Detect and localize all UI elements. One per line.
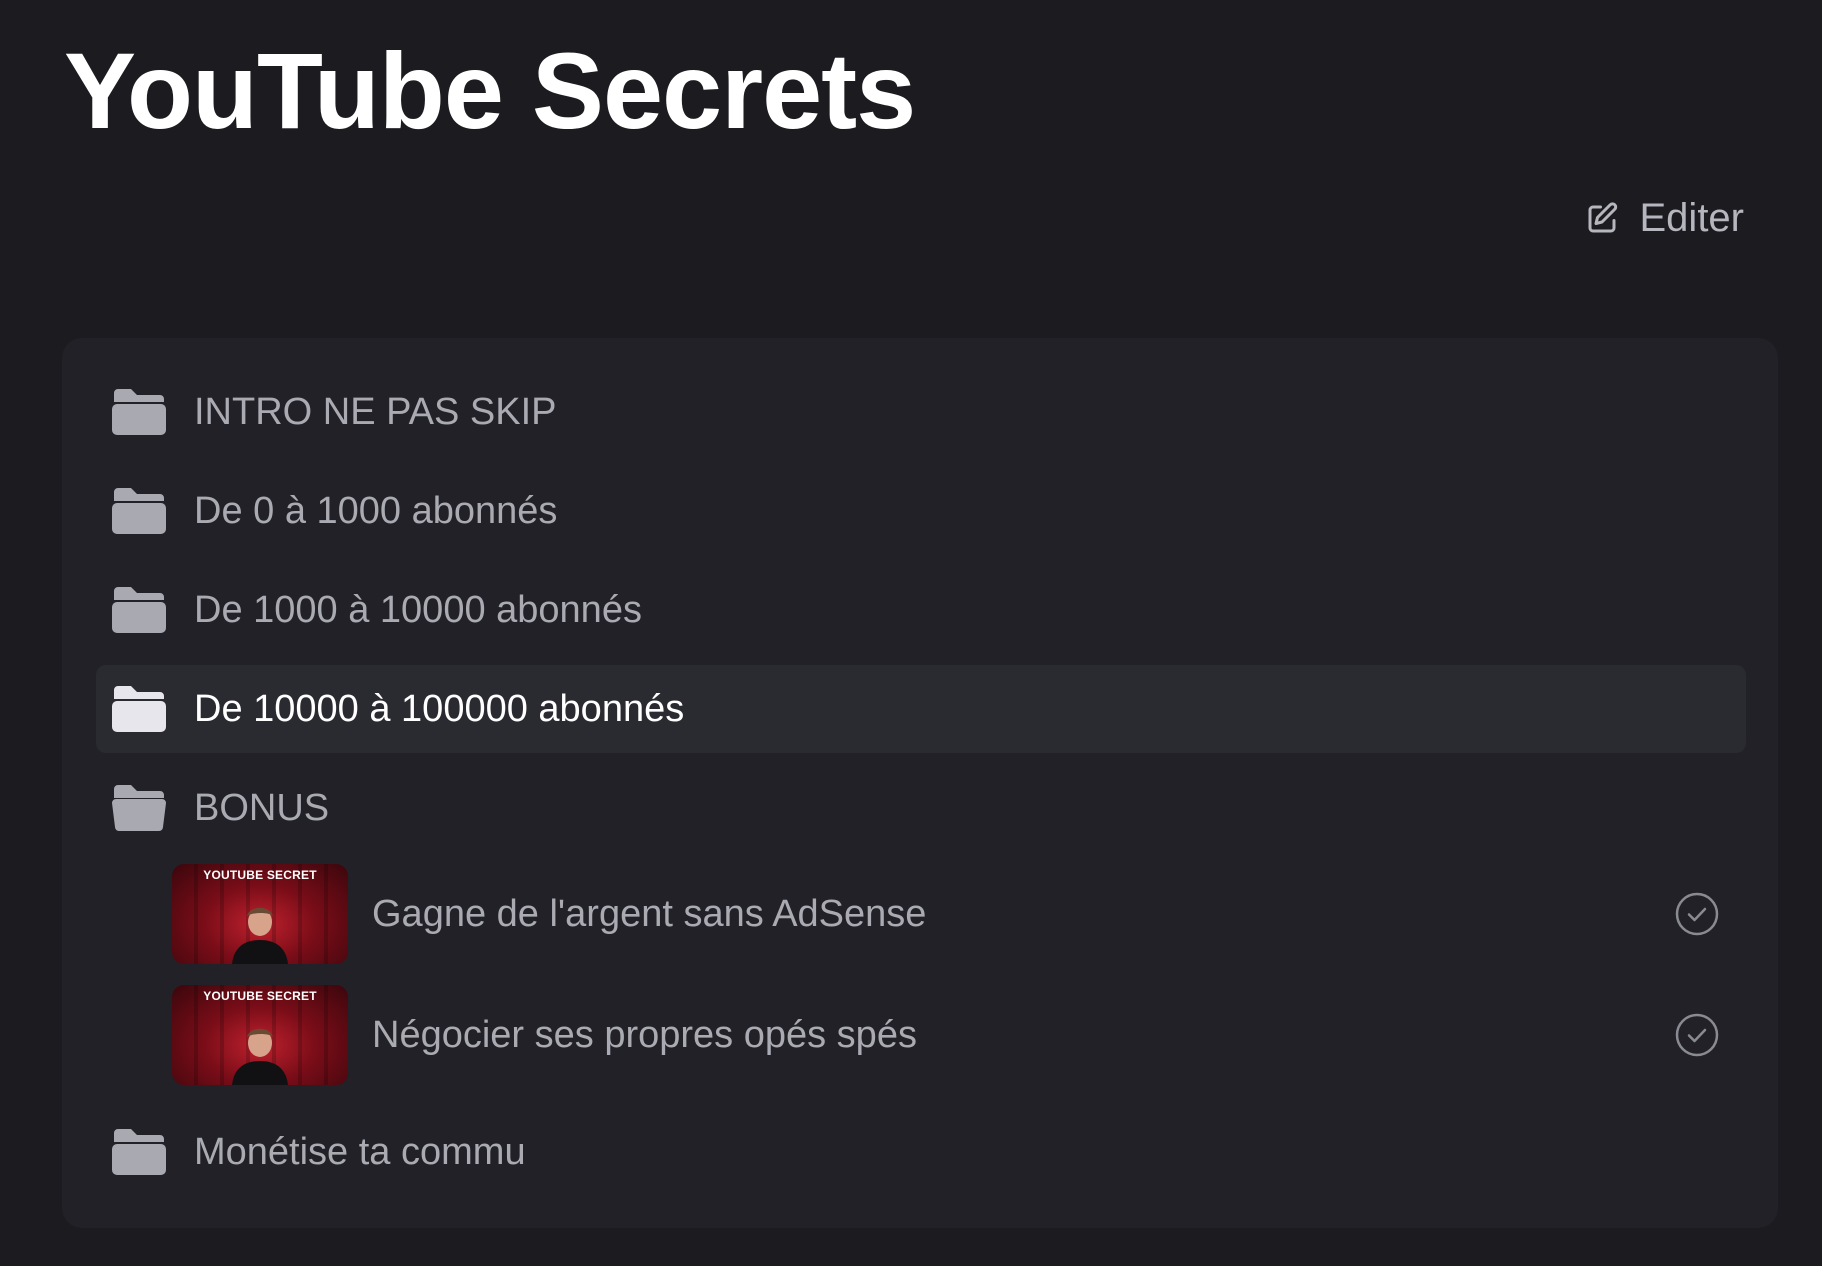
folder-10000-100000[interactable]: De 10000 à 100000 abonnés (96, 665, 1746, 753)
lesson-item[interactable]: YOUTUBE SECRET Gagne de l'argent sans Ad… (172, 862, 1742, 966)
folder-icon (110, 387, 168, 437)
folder-bonus[interactable]: BONUS (96, 764, 1746, 852)
folder-1000-10000[interactable]: De 1000 à 10000 abonnés (96, 566, 1746, 654)
folder-label: INTRO NE PAS SKIP (194, 390, 557, 433)
thumbnail-logo-text: YOUTUBE SECRET (203, 989, 317, 1003)
lesson-item[interactable]: YOUTUBE SECRET Négocier ses propres opés… (172, 983, 1742, 1087)
edit-label: Editer (1639, 196, 1745, 240)
thumbnail-logo-text: YOUTUBE SECRET (203, 868, 317, 882)
folder-label: Monétise ta commu (194, 1130, 526, 1173)
folder-label: BONUS (194, 786, 330, 829)
lesson-title: Gagne de l'argent sans AdSense (372, 892, 927, 935)
folder-monetise[interactable]: Monétise ta commu (96, 1108, 1746, 1196)
page-title: YouTube Secrets (64, 30, 916, 151)
check-circle-icon (1674, 1012, 1720, 1058)
folder-open-icon (110, 783, 168, 833)
lesson-thumbnail: YOUTUBE SECRET (172, 864, 348, 964)
pencil-square-icon (1584, 201, 1620, 237)
folder-label: De 10000 à 100000 abonnés (194, 687, 685, 730)
course-content-panel: INTRO NE PAS SKIP De 0 à 1000 abonnés De… (62, 338, 1778, 1228)
folder-icon (110, 684, 168, 734)
folder-icon (110, 585, 168, 635)
folder-icon (110, 486, 168, 536)
folder-intro[interactable]: INTRO NE PAS SKIP (96, 368, 1746, 456)
presenter-image (230, 1019, 290, 1085)
folder-label: De 1000 à 10000 abonnés (194, 588, 642, 631)
lesson-thumbnail: YOUTUBE SECRET (172, 985, 348, 1085)
folder-label: De 0 à 1000 abonnés (194, 489, 558, 532)
lesson-title: Négocier ses propres opés spés (372, 1013, 917, 1056)
folder-0-1000[interactable]: De 0 à 1000 abonnés (96, 467, 1746, 555)
folder-icon (110, 1127, 168, 1177)
edit-button[interactable]: Editer (1584, 196, 1745, 241)
presenter-image (230, 898, 290, 964)
check-circle-icon (1674, 891, 1720, 937)
